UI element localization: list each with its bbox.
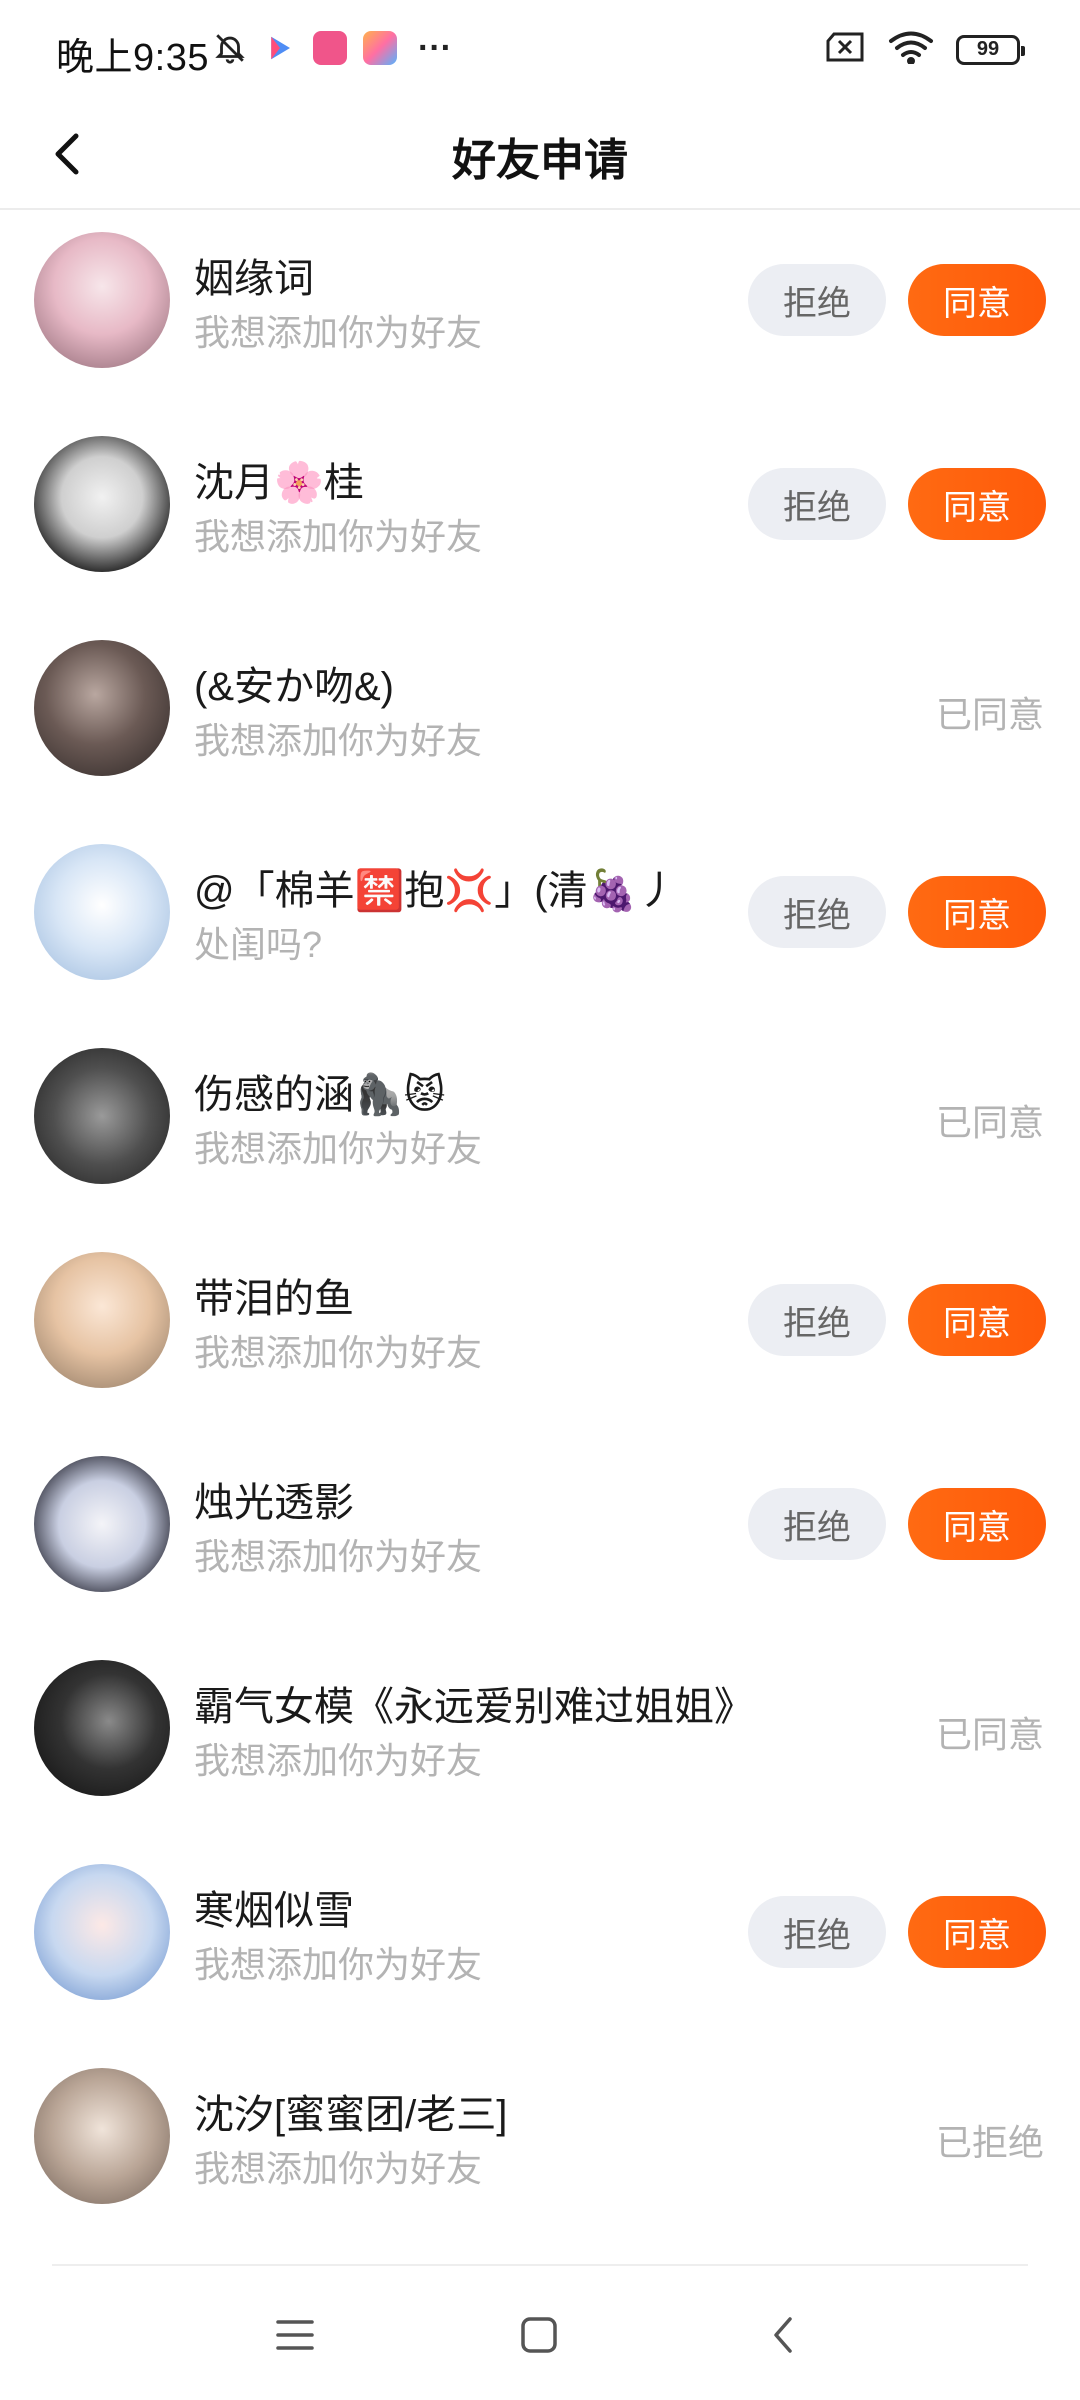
avatar[interactable] — [34, 1048, 170, 1184]
system-navigation-bar — [0, 2280, 1080, 2390]
requester-name: 姻缘词 — [194, 257, 314, 301]
avatar[interactable] — [34, 1456, 170, 1592]
requester-name: (&安か吻&) — [194, 665, 394, 709]
page-title: 好友申请 — [452, 136, 628, 185]
home-button[interactable] — [504, 2300, 574, 2370]
status-notification-icons: ··· — [212, 28, 452, 67]
list-item: 伤感的涵🦍😾 我想添加你为好友 已同意 — [0, 1028, 1080, 1232]
list-item: 寒烟似雪 我想添加你为好友 拒绝 同意 — [0, 1844, 1080, 2048]
avatar[interactable] — [34, 844, 170, 980]
game-center-icon — [362, 30, 398, 66]
list-item: @「棉羊🈲抱💢」(清🍇丿 处闺吗? 拒绝 同意 — [0, 824, 1080, 1028]
request-message: 我想添加你为好友 — [194, 516, 483, 557]
reject-button[interactable]: 拒绝 — [748, 1284, 886, 1356]
home-icon — [521, 2317, 557, 2353]
divider — [52, 2264, 1028, 2266]
requester-name: 沈月🌸桂 — [194, 461, 364, 505]
request-message: 我想添加你为好友 — [194, 720, 483, 761]
request-message: 处闺吗? — [194, 924, 323, 965]
request-message: 我想添加你为好友 — [194, 2148, 483, 2189]
reject-button[interactable]: 拒绝 — [748, 468, 886, 540]
avatar[interactable] — [34, 1864, 170, 2000]
avatar[interactable] — [34, 1252, 170, 1388]
accept-button[interactable]: 同意 — [908, 876, 1046, 948]
avatar[interactable] — [34, 640, 170, 776]
back-icon — [774, 2317, 792, 2353]
requester-name: 带泪的鱼 — [194, 1277, 354, 1321]
status-system-icons: 99 — [824, 30, 1025, 69]
battery-icon: 99 — [956, 34, 1025, 65]
list-item: 姻缘词 我想添加你为好友 拒绝 同意 — [0, 212, 1080, 416]
wifi-icon — [888, 30, 934, 69]
request-status: 已拒绝 — [935, 2122, 1044, 2163]
requester-name: 烛光透影 — [194, 1481, 354, 1525]
accept-button[interactable]: 同意 — [908, 264, 1046, 336]
play-app-icon — [262, 30, 298, 66]
request-message: 我想添加你为好友 — [194, 1332, 483, 1373]
request-message: 我想添加你为好友 — [194, 1128, 483, 1169]
avatar[interactable] — [34, 2068, 170, 2204]
menu-button[interactable] — [260, 2300, 330, 2370]
avatar[interactable] — [34, 232, 170, 368]
reject-button[interactable]: 拒绝 — [748, 1896, 886, 1968]
reject-button[interactable]: 拒绝 — [748, 264, 886, 336]
request-status: 已同意 — [935, 1102, 1044, 1143]
list-item: 沈汐[蜜蜜团/老三] 我想添加你为好友 已拒绝 — [0, 2048, 1080, 2252]
requester-name: 霸气女模《永远爱别难过姐姐》 — [194, 1685, 754, 1729]
menu-icon — [276, 2320, 314, 2350]
reject-button[interactable]: 拒绝 — [748, 1488, 886, 1560]
more-icon: ··· — [418, 28, 452, 67]
reject-button[interactable]: 拒绝 — [748, 876, 886, 948]
status-bar: 晚上9:35 ··· 99 — [0, 0, 1080, 100]
requester-name: @「棉羊🈲抱💢」(清🍇丿 — [194, 869, 678, 913]
request-message: 我想添加你为好友 — [194, 1536, 483, 1577]
accept-button[interactable]: 同意 — [908, 1488, 1046, 1560]
requester-name: 沈汐[蜜蜜团/老三] — [194, 2093, 508, 2137]
accept-button[interactable]: 同意 — [908, 468, 1046, 540]
request-message: 我想添加你为好友 — [194, 1944, 483, 1985]
accept-button[interactable]: 同意 — [908, 1896, 1046, 1968]
list-item: 沈月🌸桂 我想添加你为好友 拒绝 同意 — [0, 416, 1080, 620]
request-status: 已同意 — [935, 1714, 1044, 1755]
list-item: 霸气女模《永远爱别难过姐姐》 我想添加你为好友 已同意 — [0, 1640, 1080, 1844]
request-message: 我想添加你为好友 — [194, 312, 483, 353]
avatar[interactable] — [34, 1660, 170, 1796]
page-header: 好友申请 — [0, 100, 1080, 210]
status-time: 晚上9:35 — [56, 37, 209, 79]
list-item: 带泪的鱼 我想添加你为好友 拒绝 同意 — [0, 1232, 1080, 1436]
bilibili-app-icon — [312, 30, 348, 66]
list-item: (&安か吻&) 我想添加你为好友 已同意 — [0, 620, 1080, 824]
bell-off-icon — [212, 30, 248, 66]
request-status: 已同意 — [935, 694, 1044, 735]
request-message: 我想添加你为好友 — [194, 1740, 483, 1781]
accept-button[interactable]: 同意 — [908, 1284, 1046, 1356]
avatar[interactable] — [34, 436, 170, 572]
friend-request-list: 姻缘词 我想添加你为好友 拒绝 同意 沈月🌸桂 我想添加你为好友 拒绝 同意 (… — [0, 212, 1080, 2252]
requester-name: 伤感的涵🦍😾 — [194, 1073, 446, 1117]
requester-name: 寒烟似雪 — [194, 1889, 354, 1933]
list-item: 烛光透影 我想添加你为好友 拒绝 同意 — [0, 1436, 1080, 1640]
sim-off-icon — [824, 31, 866, 68]
nav-back-button[interactable] — [748, 2300, 818, 2370]
